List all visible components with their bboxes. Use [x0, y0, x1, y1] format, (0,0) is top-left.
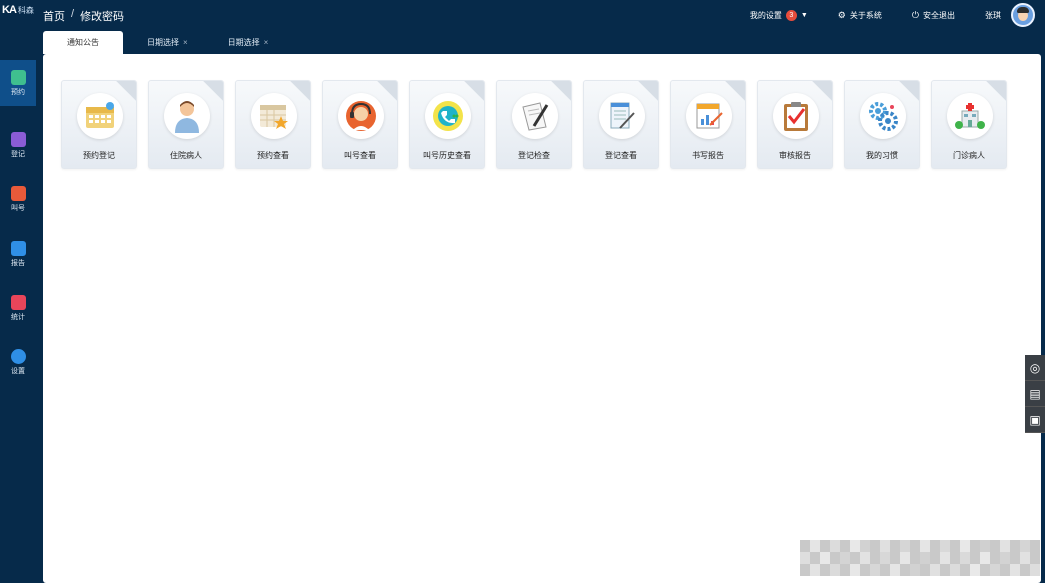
about-system-button[interactable]: ⚙ 关于系统 [838, 10, 882, 21]
breadcrumb-home[interactable]: 首页 [43, 8, 65, 24]
sidebar-item-label: 报告 [11, 259, 25, 267]
operator-icon [338, 93, 384, 139]
calendar-icon [10, 69, 26, 85]
printer-icon[interactable]: ▤ [1025, 381, 1045, 407]
blurred-watermark [800, 540, 1045, 576]
sidebar-item-label: 登记 [11, 150, 25, 158]
tile-label: 登记查看 [605, 151, 637, 160]
tile-label: 登记检查 [518, 151, 550, 160]
notification-badge: 3 [785, 9, 797, 21]
my-settings-menu[interactable]: 我的设置 3 ▼ [749, 9, 808, 21]
sidebar-item-label: 统计 [11, 313, 25, 321]
breadcrumb: 首页 / 修改密码 [43, 8, 124, 24]
report-icon [10, 240, 26, 256]
tab-date-select-1[interactable]: 日期选择 × [131, 31, 204, 54]
register-icon [10, 131, 26, 147]
logo: KA 科森 [2, 4, 34, 16]
tile-register-check[interactable]: 登记检查 [496, 80, 572, 169]
tile-review-report[interactable]: 审核报告 [757, 80, 833, 169]
calendar-star-icon [251, 93, 297, 139]
sidebar-item-statistics[interactable]: 统计 [0, 285, 36, 331]
sidebar-item-label: 叫号 [11, 204, 25, 212]
tab-label: 日期选择 [147, 38, 179, 47]
sidebar-item-register[interactable]: 登记 [0, 122, 36, 168]
tile-write-report[interactable]: 书写报告 [670, 80, 746, 169]
tile-appointment-view[interactable]: 预约查看 [235, 80, 311, 169]
tab-label: 通知公告 [67, 38, 99, 47]
inpatient-icon [164, 93, 210, 139]
breadcrumb-separator: / [71, 8, 75, 20]
sidebar-item-call[interactable]: 叫号 [0, 176, 36, 222]
write-report-icon [686, 93, 732, 139]
gears-icon [860, 93, 906, 139]
tab-label: 日期选择 [227, 38, 260, 47]
header-actions: 我的设置 3 ▼ ⚙ 关于系统 ⏻ 安全退出 张琪 [750, 0, 1045, 30]
sidebar-item-label: 设置 [11, 367, 25, 375]
tile-register-view[interactable]: 登记查看 [583, 80, 659, 169]
close-icon[interactable]: × [183, 38, 188, 47]
shortcut-tiles: 预约登记 住院病人 预约查看 叫号查看 叫号历史查看 登记检查 登记查看 书写报… [61, 80, 1007, 169]
logo-name: 科森 [17, 5, 34, 15]
tile-label: 预约查看 [257, 151, 289, 160]
tile-label: 我的习惯 [866, 151, 898, 160]
logout-label: 安全退出 [923, 10, 955, 20]
tile-label: 叫号查看 [344, 151, 376, 160]
statistics-icon [10, 294, 26, 310]
floating-toolbar: ◎ ▤ ▣ [1025, 355, 1045, 433]
my-settings-label: 我的设置 [749, 10, 782, 20]
tile-label: 叫号历史查看 [423, 151, 471, 160]
call-number-icon [10, 185, 26, 201]
tile-label: 预约登记 [83, 151, 115, 160]
pen-paper-icon [512, 93, 558, 139]
caret-down-icon: ▼ [800, 11, 808, 19]
sidebar-item-report[interactable]: 报告 [0, 231, 36, 277]
tile-label: 门诊病人 [953, 151, 985, 160]
tile-call-view[interactable]: 叫号查看 [322, 80, 398, 169]
about-system-label: 关于系统 [849, 10, 882, 20]
clinic-icon [947, 93, 993, 139]
top-header: KA 科森 首页 / 修改密码 我的设置 3 ▼ ⚙ 关于系统 ⏻ 安全退出 张… [0, 0, 1045, 30]
tile-label: 住院病人 [170, 151, 202, 160]
avatar[interactable] [1011, 3, 1035, 27]
tile-label: 审核报告 [779, 151, 811, 160]
power-icon: ⏻ [911, 9, 919, 20]
main-content: 预约登记 住院病人 预约查看 叫号查看 叫号历史查看 登记检查 登记查看 书写报… [43, 54, 1041, 583]
user-name-label: 张琪 [985, 10, 1001, 20]
tile-inpatient[interactable]: 住院病人 [148, 80, 224, 169]
clipboard-check-icon [773, 93, 819, 139]
scanner-icon[interactable]: ▣ [1025, 407, 1045, 433]
logout-button[interactable]: ⏻ 安全退出 [912, 10, 955, 21]
tab-date-select-2[interactable]: 日期选择 × [212, 31, 285, 54]
sidebar-item-settings[interactable]: 设置 [0, 339, 36, 385]
calendar-icon [77, 93, 123, 139]
sidebar-item-label: 预约 [11, 88, 25, 96]
tile-label: 书写报告 [692, 151, 724, 160]
settings-icon [10, 348, 26, 364]
tile-call-history[interactable]: 叫号历史查看 [409, 80, 485, 169]
tab-notice[interactable]: 通知公告 [43, 31, 123, 54]
call-history-icon [425, 93, 471, 139]
logo-mark: KA [2, 4, 17, 16]
sidebar-item-appointment[interactable]: 预约 [0, 60, 36, 106]
tab-bar: 通知公告 日期选择 × 日期选择 × [43, 31, 284, 55]
close-icon[interactable]: × [264, 38, 269, 47]
tile-appointment-register[interactable]: 预约登记 [61, 80, 137, 169]
user-name: 张琪 [985, 10, 1001, 21]
gear-icon: ⚙ [837, 9, 846, 20]
film-icon[interactable]: ◎ [1025, 355, 1045, 381]
tile-outpatient[interactable]: 门诊病人 [931, 80, 1007, 169]
breadcrumb-current: 修改密码 [80, 11, 125, 23]
document-edit-icon [599, 93, 645, 139]
tile-my-habits[interactable]: 我的习惯 [844, 80, 920, 169]
